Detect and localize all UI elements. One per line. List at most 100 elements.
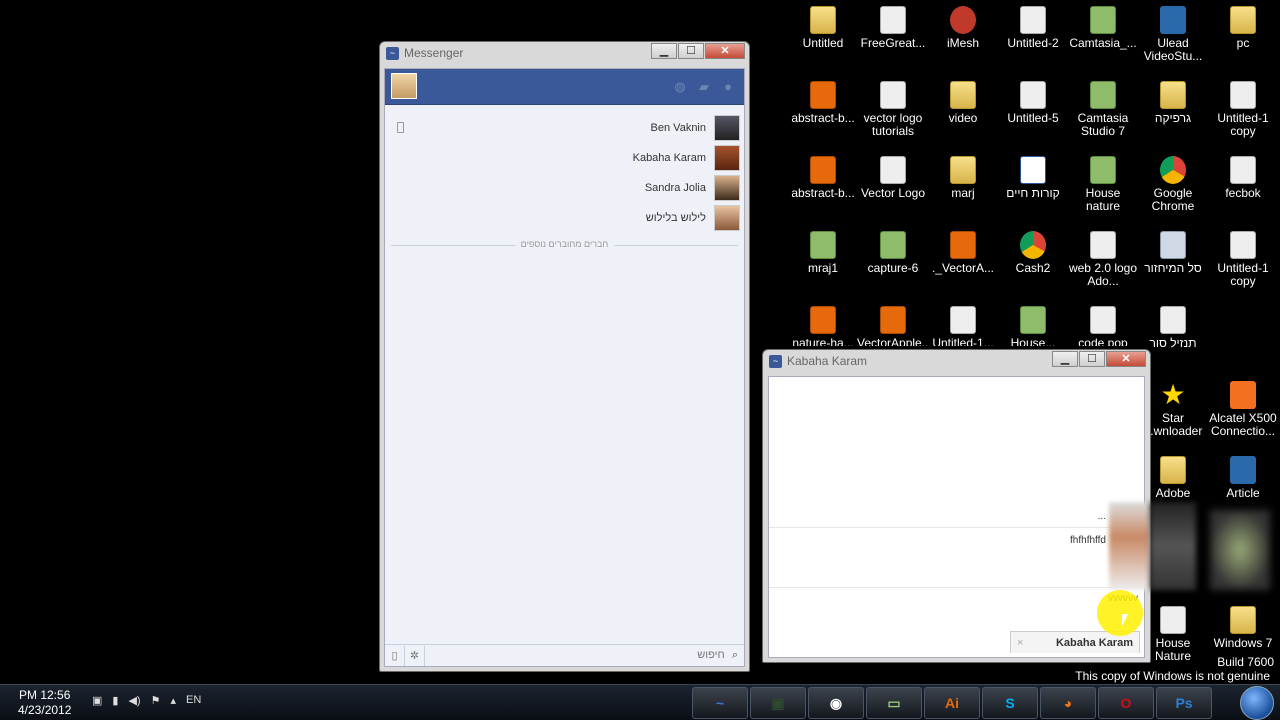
desktop-icon[interactable]: nature-ha...: [787, 306, 859, 346]
contact-avatar: [714, 205, 740, 231]
desktop-icon[interactable]: קורות חיים: [997, 156, 1069, 200]
folder-task-icon[interactable]: ▭: [866, 687, 922, 719]
desktop-icon[interactable]: marj: [927, 156, 999, 200]
messenger-window[interactable]: ~ Messenger ▁ ☐ ✕ ◍ ▰ ● Ben Vaknin Kabah…: [379, 41, 750, 672]
maximize-button[interactable]: ☐: [678, 43, 704, 59]
desktop-icon[interactable]: code pop: [1067, 306, 1139, 346]
file-icon: [880, 156, 906, 184]
maximize-button[interactable]: ☐: [1079, 351, 1105, 367]
messenger-header: ◍ ▰ ●: [385, 69, 744, 105]
folder-icon: [1230, 606, 1256, 634]
desktop-icon-label: Article: [1226, 486, 1260, 500]
desktop-icon-label: fecbok: [1225, 186, 1261, 200]
file-icon: [880, 6, 906, 34]
close-button[interactable]: ✕: [705, 43, 745, 59]
desktop-icon[interactable]: Untitled: [787, 6, 859, 50]
desktop-icon[interactable]: abstract-b...: [787, 81, 859, 125]
desktop-icon-label: Untitled: [802, 36, 844, 50]
desktop-icon[interactable]: Windows 7: [1207, 606, 1279, 650]
desktop-icon-label: video: [948, 111, 978, 125]
desktop-icon[interactable]: Untitled-1 copy: [1207, 231, 1279, 288]
volume-icon[interactable]: ◀): [128, 694, 140, 707]
messenger-task-icon[interactable]: ~: [692, 687, 748, 719]
desktop-icon[interactable]: Ulead VideoStu...: [1137, 6, 1209, 63]
desktop-icon[interactable]: ._VectorA...: [927, 231, 999, 275]
avatar[interactable]: [391, 73, 417, 99]
desktop-icon[interactable]: iMesh: [927, 6, 999, 50]
desktop-icon[interactable]: Untitled-2: [997, 6, 1069, 50]
blurred-thumbnail: [1109, 502, 1149, 590]
tray-expand-icon[interactable]: ▴: [170, 694, 176, 707]
desktop-icon[interactable]: VectorApple...: [857, 306, 929, 346]
desktop-icon[interactable]: web 2.0 logo Ado...: [1067, 231, 1139, 288]
desktop-icon[interactable]: Vector Logo: [857, 156, 929, 200]
desktop-icon[interactable]: House nature: [1067, 156, 1139, 213]
chat-window[interactable]: ~ Kabaha Karam ▁ ☐ ✕ ... fhfhfhffd vvvvv…: [762, 349, 1151, 663]
action-center-icon[interactable]: ⚑: [151, 694, 161, 707]
close-icon[interactable]: ×: [1017, 637, 1023, 649]
opera-task-icon[interactable]: O: [1098, 687, 1154, 719]
desktop-icon-label: קורות חיים: [1006, 186, 1060, 200]
photoshop-task-icon[interactable]: Ps: [1156, 687, 1212, 719]
desktop-icon[interactable]: abstract-b...: [787, 156, 859, 200]
desktop-icon[interactable]: FreeGreat...: [857, 6, 929, 50]
desktop-icon-label: Ulead VideoStu...: [1143, 36, 1203, 63]
contact-item[interactable]: Ben Vaknin: [385, 113, 744, 143]
desktop-icon[interactable]: Untitled-1...: [927, 306, 999, 346]
network-icon[interactable]: ▮: [112, 694, 118, 707]
desktop-icon[interactable]: Untitled-1 copy: [1207, 81, 1279, 138]
desktop-icon[interactable]: fecbok: [1207, 156, 1279, 200]
device-icon[interactable]: ▣: [92, 694, 102, 707]
desktop-icon-label: Untitled-5: [1007, 111, 1059, 125]
chat-conversation: ... fhfhfhffd vvvvvv × Kabaha Karam: [768, 376, 1145, 658]
friends-icon[interactable]: ●: [720, 80, 736, 94]
folder-icon: [1160, 81, 1186, 109]
camtasia-task-icon[interactable]: ▣: [750, 687, 806, 719]
search-input[interactable]: חיפוש ⌕: [425, 649, 744, 662]
desktop-icon-label: vector logo tutorials: [863, 111, 923, 138]
desktop-icon[interactable]: Cash2: [997, 231, 1069, 275]
close-button[interactable]: ✕: [1106, 351, 1146, 367]
messages-icon[interactable]: ▰: [696, 80, 712, 94]
contact-name: Sandra Jolia: [644, 182, 706, 194]
firefox-task-icon[interactable]: ◕: [1040, 687, 1096, 719]
desktop-icon[interactable]: Google Chrome: [1137, 156, 1209, 213]
file-icon: [1230, 156, 1256, 184]
chrome-task-icon[interactable]: ◉: [808, 687, 864, 719]
language-indicator[interactable]: EN: [186, 694, 201, 707]
desktop-icon[interactable]: capture-6: [857, 231, 929, 275]
desktop-icon-label: House...: [1010, 336, 1056, 347]
chat-titlebar[interactable]: ~ Kabaha Karam ▁ ☐ ✕: [763, 350, 1150, 372]
minimize-button[interactable]: ▁: [1052, 351, 1078, 367]
start-button[interactable]: [1240, 686, 1274, 720]
desktop-icon[interactable]: Camtasia_...: [1067, 6, 1139, 50]
chat-separator: [769, 587, 1144, 588]
sidebar-toggle-icon[interactable]: ▯: [385, 645, 405, 666]
desktop-icon[interactable]: House...: [997, 306, 1069, 346]
desktop-icon[interactable]: Camtasia Studio 7: [1067, 81, 1139, 138]
clock[interactable]: PM 12:56 4/23/2012: [18, 688, 71, 718]
desktop-icon[interactable]: pc: [1207, 6, 1279, 50]
recycle-bin-icon: [1160, 231, 1186, 259]
desktop-icon[interactable]: Untitled-5: [997, 81, 1069, 125]
desktop-icon[interactable]: vector logo tutorials: [857, 81, 929, 138]
file-icon: [1090, 231, 1116, 259]
desktop-icon[interactable]: mraj1: [787, 231, 859, 275]
desktop-icon[interactable]: video: [927, 81, 999, 125]
minimize-button[interactable]: ▁: [651, 43, 677, 59]
desktop-icon[interactable]: תנזיל סור: [1137, 306, 1209, 350]
image-icon: [1090, 156, 1116, 184]
desktop-icon[interactable]: סל המיחזור: [1137, 231, 1209, 275]
desktop-icon[interactable]: גרפיקה: [1137, 81, 1209, 125]
clock-date: 4/23/2012: [18, 703, 72, 717]
illustrator-task-icon[interactable]: Ai: [924, 687, 980, 719]
contact-item[interactable]: Kabaha Karam: [385, 143, 744, 173]
desktop-icon[interactable]: Alcatel X500 Connectio...: [1207, 381, 1279, 438]
desktop-icon[interactable]: Article: [1207, 456, 1279, 500]
globe-icon[interactable]: ◍: [672, 80, 688, 94]
gear-icon[interactable]: ✲: [405, 645, 425, 666]
contact-item[interactable]: Sandra Jolia: [385, 173, 744, 203]
messenger-titlebar[interactable]: ~ Messenger ▁ ☐ ✕: [380, 42, 749, 64]
contact-item[interactable]: לילוש בלילוש: [385, 203, 744, 233]
skype-task-icon[interactable]: S: [982, 687, 1038, 719]
